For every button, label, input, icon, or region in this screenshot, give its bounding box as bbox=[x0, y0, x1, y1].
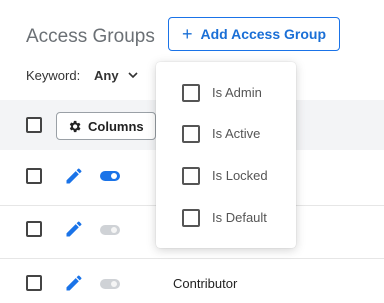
is-active-checkbox[interactable] bbox=[182, 125, 200, 143]
menu-item-is-locked[interactable]: Is Locked bbox=[156, 161, 296, 191]
add-access-group-label: Add Access Group bbox=[200, 26, 327, 42]
pencil-edit-icon[interactable] bbox=[64, 273, 84, 293]
active-toggle[interactable] bbox=[100, 225, 120, 235]
row-checkbox[interactable] bbox=[26, 168, 42, 184]
menu-item-label: Is Default bbox=[212, 210, 267, 225]
menu-item-is-active[interactable]: Is Active bbox=[156, 119, 296, 149]
chevron-down-icon[interactable] bbox=[127, 70, 139, 80]
is-default-checkbox[interactable] bbox=[182, 209, 200, 227]
columns-menu: Is Admin Is Active Is Locked Is Default bbox=[156, 62, 296, 248]
plus-icon: + bbox=[181, 24, 193, 44]
row-checkbox[interactable] bbox=[26, 275, 42, 291]
select-all-checkbox[interactable] bbox=[26, 117, 42, 133]
menu-item-label: Is Admin bbox=[212, 85, 262, 100]
is-admin-checkbox[interactable] bbox=[182, 84, 200, 102]
menu-item-label: Is Locked bbox=[212, 168, 268, 183]
menu-item-is-default[interactable]: Is Default bbox=[156, 203, 296, 233]
is-locked-checkbox[interactable] bbox=[182, 167, 200, 185]
row-divider bbox=[0, 258, 384, 259]
pencil-edit-icon[interactable] bbox=[64, 166, 84, 186]
gear-icon bbox=[69, 120, 81, 132]
active-toggle[interactable] bbox=[100, 279, 120, 289]
add-access-group-button[interactable]: + Add Access Group bbox=[168, 17, 340, 51]
menu-item-label: Is Active bbox=[212, 126, 261, 141]
columns-button[interactable]: Columns bbox=[56, 112, 156, 140]
pencil-edit-icon[interactable] bbox=[64, 219, 84, 239]
active-toggle[interactable] bbox=[100, 171, 120, 181]
columns-button-label: Columns bbox=[88, 118, 144, 134]
menu-item-is-admin[interactable]: Is Admin bbox=[156, 78, 296, 108]
keyword-value[interactable]: Any bbox=[94, 68, 119, 83]
group-name-cell: Contributor bbox=[173, 276, 238, 291]
keyword-label: Keyword: bbox=[26, 68, 81, 83]
page-title: Access Groups bbox=[26, 26, 155, 47]
row-checkbox[interactable] bbox=[26, 221, 42, 237]
